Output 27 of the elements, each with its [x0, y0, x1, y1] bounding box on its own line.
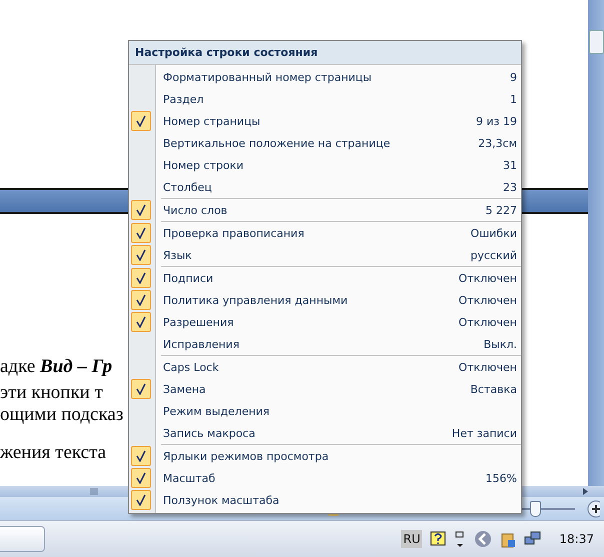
clock: 18:37 — [559, 532, 594, 546]
menu-item[interactable]: Масштаб 156% — [129, 467, 521, 489]
menu-item[interactable]: Форматированный номер страницы 9 — [129, 66, 521, 88]
menu-item[interactable]: Caps Lock Отключен — [129, 356, 521, 378]
menu-item[interactable]: Номер страницы 9 из 19 — [129, 110, 521, 132]
document-text: эти кнопки т — [0, 384, 103, 402]
menu-item[interactable]: Ярлыки режимов просмотра — [129, 445, 521, 467]
document-text: жения текста — [0, 444, 106, 462]
menu-item[interactable]: Ползунок масштаба — [129, 489, 521, 511]
menu-item[interactable]: Разрешения Отключен — [129, 311, 521, 333]
menu-item[interactable]: Вертикальное положение на странице 23,3см — [129, 132, 521, 154]
menu-item[interactable]: Язык русский — [129, 244, 521, 266]
menu-item[interactable]: Исправления Выкл. — [129, 333, 521, 355]
language-indicator[interactable]: RU — [401, 530, 422, 548]
menu-item[interactable]: Проверка правописания Ошибки — [129, 222, 521, 244]
menu-item[interactable]: Число слов 5 227 — [129, 199, 521, 221]
menu-item[interactable]: Столбец 23 — [129, 176, 521, 198]
menu-item[interactable]: Подписи Отключен — [129, 267, 521, 289]
menu-item[interactable]: Замена Вставка — [129, 378, 521, 400]
menu-title: Настройка строки состояния — [129, 41, 521, 65]
menu-item[interactable]: Раздел 1 — [129, 88, 521, 110]
document-text: адке Вид – Гр — [0, 358, 112, 376]
menu-item[interactable]: Запись макроса Нет записи — [129, 422, 521, 444]
menu-item[interactable]: Политика управления данными Отключен — [129, 289, 521, 311]
menu-item[interactable]: Номер строки 31 — [129, 154, 521, 176]
menu-item[interactable]: Режим выделения — [129, 400, 521, 422]
document-text: ощими подсказ — [0, 406, 124, 424]
